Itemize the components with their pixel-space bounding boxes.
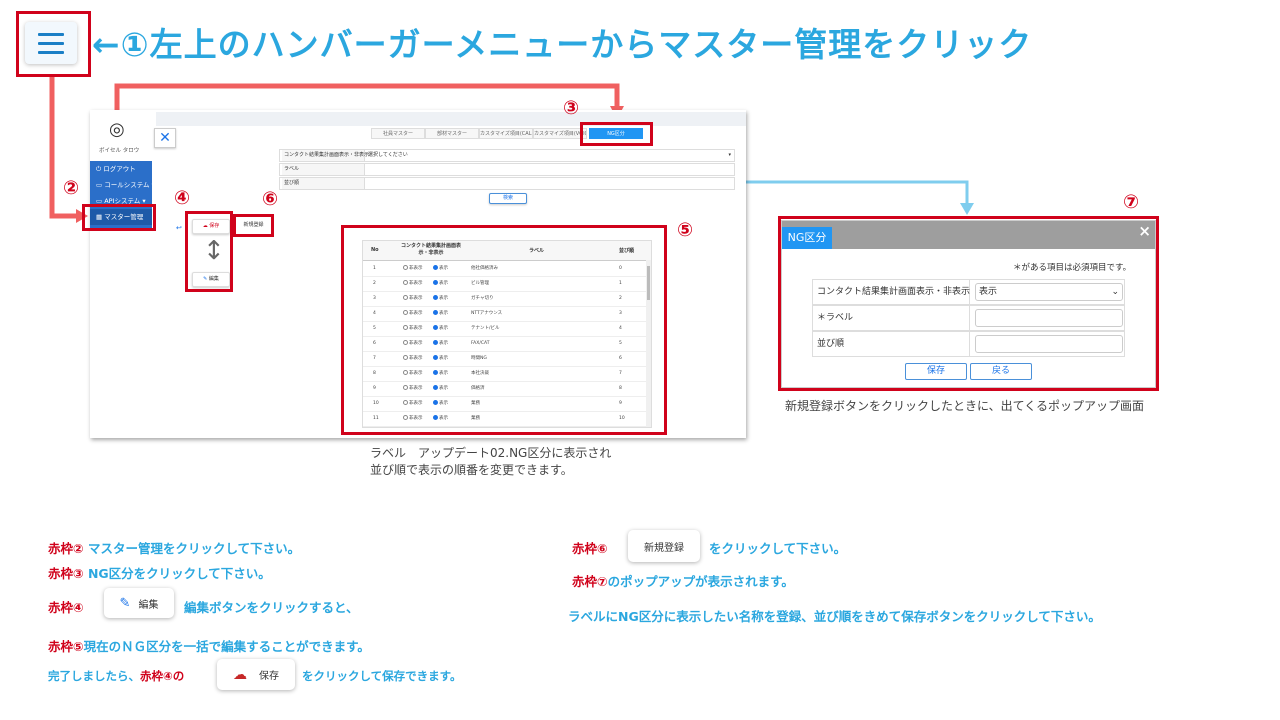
red-frame-3 xyxy=(580,122,653,146)
tab-employee[interactable]: 社員マスター xyxy=(371,128,425,139)
instruction-5: 完了しましたら、赤枠④の xyxy=(48,669,185,683)
instruction-8: ラベルにNG区分に表示したい名称を登録、並び順をきめて保存ボタンをクリックして下… xyxy=(568,609,1101,624)
sidebar xyxy=(90,110,156,438)
user-name: ボイセル タロウ xyxy=(99,148,140,154)
chevron-down-icon: ▾ xyxy=(728,152,731,158)
tab-bar xyxy=(156,112,746,126)
filter-row-label: ラベル xyxy=(279,163,735,176)
instruction-1: 赤枠② マスター管理をクリックして下さい。 xyxy=(48,541,301,556)
red-frame-2 xyxy=(82,204,156,231)
cloud-upload-icon: ☁ xyxy=(233,666,247,683)
marker-6: ⑥ xyxy=(262,188,279,210)
filter-row-order: 並び順 xyxy=(279,177,735,190)
marker-2: ② xyxy=(63,177,80,199)
filter-row-display: コンタクト結果集計画面表示・非表示 選択してください ▾ xyxy=(279,149,735,162)
close-icon[interactable]: ✕ xyxy=(154,128,176,148)
search-button[interactable]: 検索 xyxy=(489,193,527,204)
menu-item-call-system[interactable]: ▭ コールシステム ▾ xyxy=(90,177,155,193)
tab-custom-call[interactable]: カスタマイズ項目(CALL) xyxy=(479,128,533,139)
filter-select[interactable]: 選択してください xyxy=(368,150,408,161)
tab-material[interactable]: 部材マスター xyxy=(425,128,479,139)
instruction-2: 赤枠③ NG区分をクリックして下さい。 xyxy=(48,566,271,581)
user-headset-icon: ◎ xyxy=(109,119,125,140)
new-register-button-sample: 新規登録 xyxy=(628,530,700,562)
caption-line-2: 並び順で表示の順番を変更できます。 xyxy=(370,463,573,477)
red-frame-6 xyxy=(233,214,274,237)
back-arrow-icon[interactable]: ↩ xyxy=(176,224,182,232)
pencil-icon: ✎ xyxy=(119,595,131,611)
marker-5: ⑤ xyxy=(677,219,694,241)
instruction-6: 赤枠⑥ xyxy=(572,541,608,556)
instruction-7: 赤枠⑦のポップアップが表示されます。 xyxy=(572,574,794,589)
tab-custom-voice[interactable]: カスタマイズ項目(VOICE) xyxy=(533,128,587,139)
instruction-6-text: をクリックして下さい。 xyxy=(709,541,847,556)
instruction-3: 赤枠④ xyxy=(48,600,84,615)
save-button-sample: ☁ 保存 xyxy=(217,659,295,690)
red-frame-5 xyxy=(341,225,667,435)
marker-4: ④ xyxy=(174,187,191,209)
menu-item-logout[interactable]: ⏻ ログアウト xyxy=(90,161,152,177)
caption-line-1: ラベル アップデート02.NG区分に表示され xyxy=(370,446,612,460)
instruction-5-text: をクリックして保存できます。 xyxy=(302,669,462,683)
marker-3: ③ xyxy=(563,97,580,119)
popup-caption: 新規登録ボタンをクリックしたときに、出てくるポップアップ画面 xyxy=(785,399,1145,413)
red-frame-4 xyxy=(185,211,233,292)
marker-7: ⑦ xyxy=(1123,191,1140,213)
instruction-4: 赤枠⑤現在のＮＧ区分を一括で編集することができます。 xyxy=(48,639,370,654)
edit-button-sample: ✎ 編集 xyxy=(104,588,174,618)
instruction-3-text: 編集ボタンをクリックすると、 xyxy=(184,600,359,615)
red-frame-7 xyxy=(778,216,1159,391)
